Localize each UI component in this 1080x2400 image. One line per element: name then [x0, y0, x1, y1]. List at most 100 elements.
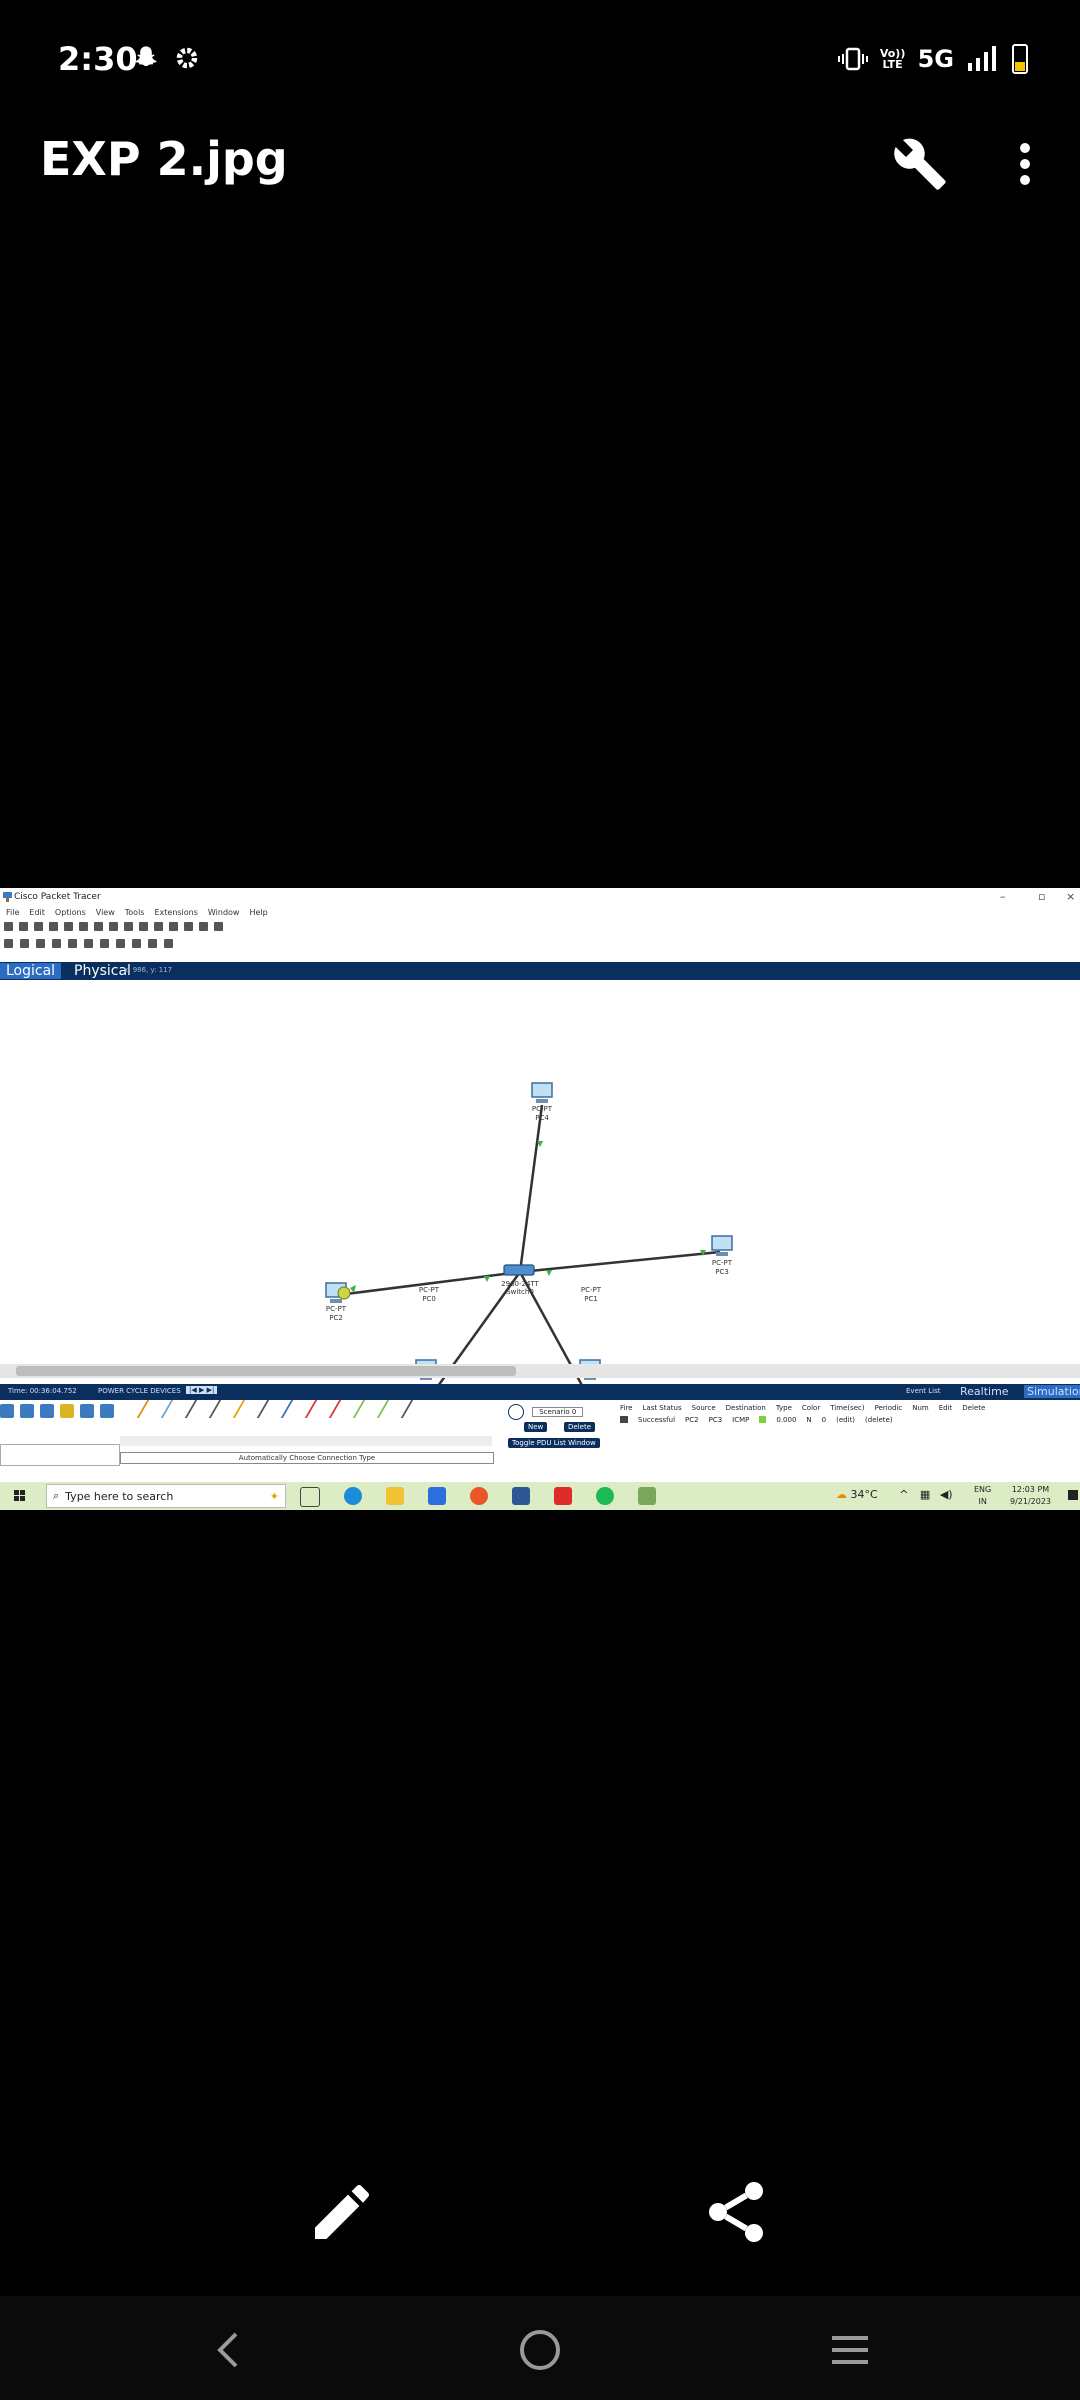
- pc4-node[interactable]: PC-PT PC4: [531, 1082, 553, 1122]
- connection-list-scrollbar[interactable]: [120, 1436, 492, 1446]
- taskbar-search-input[interactable]: ⌕ Type here to search ✦: [46, 1484, 286, 1508]
- menu-edit[interactable]: Edit: [29, 908, 45, 917]
- draw-line-icon[interactable]: [84, 939, 93, 948]
- components-icon[interactable]: [40, 1404, 54, 1418]
- zoom-reset-icon[interactable]: [169, 922, 178, 931]
- multiuser-icon[interactable]: [100, 1404, 114, 1418]
- firefox-icon[interactable]: [470, 1487, 488, 1505]
- mail-icon[interactable]: [428, 1487, 446, 1505]
- pdu-envelope-icon: [337, 1286, 351, 1300]
- nav-back-button[interactable]: [200, 2320, 260, 2380]
- pdu-delete-link[interactable]: (delete): [865, 1416, 893, 1424]
- redo-icon[interactable]: [139, 922, 148, 931]
- zoom-out-icon[interactable]: [184, 922, 193, 931]
- link-light-switch-a: [484, 1276, 490, 1282]
- copy-icon[interactable]: [94, 922, 103, 931]
- select-icon[interactable]: [4, 939, 13, 948]
- drawing-palette-icon[interactable]: [199, 922, 208, 931]
- menu-window[interactable]: Window: [208, 908, 240, 917]
- realtime-tab[interactable]: Realtime: [960, 1385, 1009, 1398]
- menu-file[interactable]: File: [6, 908, 19, 917]
- connections-icon[interactable]: [60, 1404, 74, 1418]
- simulation-tab[interactable]: Simulation: [1024, 1385, 1080, 1398]
- play-controls[interactable]: |◀ ▶ ▶|: [186, 1386, 218, 1394]
- zoom-in-icon[interactable]: [154, 922, 163, 931]
- file-explorer-icon[interactable]: [386, 1487, 404, 1505]
- network-devices-icon[interactable]: [0, 1404, 14, 1418]
- more-options-button[interactable]: [1000, 136, 1050, 192]
- switch0-node[interactable]: 2960-24TT Switch0: [501, 1264, 540, 1296]
- pdu-fire-indicator[interactable]: [620, 1416, 628, 1423]
- note-icon[interactable]: [68, 939, 77, 948]
- spotify-icon[interactable]: [596, 1487, 614, 1505]
- pc2-node[interactable]: PC-PT PC2: [325, 1282, 351, 1322]
- menu-tools[interactable]: Tools: [125, 908, 145, 917]
- draw-ellipse-icon[interactable]: [116, 939, 125, 948]
- volume-icon[interactable]: ◀): [940, 1488, 953, 1501]
- taskbar-clock[interactable]: 12:03 PM 9/21/2023: [1010, 1484, 1051, 1508]
- custom-device-icon[interactable]: [214, 922, 223, 931]
- menu-help[interactable]: Help: [249, 908, 267, 917]
- delete-scenario-button[interactable]: Delete: [564, 1422, 595, 1432]
- table-row[interactable]: Successful PC2 PC3 ICMP 0.000 N 0 (edit)…: [620, 1416, 893, 1424]
- wps-office-icon[interactable]: [554, 1487, 572, 1505]
- device-subtype-list[interactable]: [0, 1444, 120, 1466]
- scrollbar-thumb[interactable]: [16, 1366, 516, 1376]
- pdu-col-delete: Delete: [962, 1404, 986, 1412]
- edit-button[interactable]: [306, 2176, 378, 2248]
- packet-tracer-taskbar-icon[interactable]: [638, 1487, 656, 1505]
- event-list-button[interactable]: Event List: [906, 1387, 941, 1395]
- power-cycle-button[interactable]: POWER CYCLE DEVICES: [98, 1387, 181, 1395]
- pdu-col-fire: Fire: [620, 1404, 633, 1412]
- close-button[interactable]: ×: [1066, 890, 1075, 903]
- pdu-edit-link[interactable]: (edit): [836, 1416, 855, 1424]
- save-icon[interactable]: [34, 922, 43, 931]
- pc2-type-label: PC-PT: [326, 1305, 347, 1313]
- paste-icon[interactable]: [109, 922, 118, 931]
- store-icon[interactable]: [512, 1487, 530, 1505]
- print-icon[interactable]: [49, 922, 58, 931]
- tab-logical[interactable]: Logical: [0, 963, 62, 979]
- delete-icon[interactable]: [36, 939, 45, 948]
- end-devices-icon[interactable]: [20, 1404, 34, 1418]
- freeform-icon[interactable]: [132, 939, 141, 948]
- new-scenario-button[interactable]: New: [524, 1422, 548, 1432]
- pdu-source: PC2: [685, 1416, 699, 1424]
- menu-options[interactable]: Options: [55, 908, 86, 917]
- tray-chevron-icon[interactable]: ^: [899, 1488, 908, 1501]
- network-info-icon[interactable]: [79, 922, 88, 931]
- misc-icon[interactable]: [80, 1404, 94, 1418]
- displayed-image[interactable]: Cisco Packet Tracer – ▫ × File Edit Opti…: [0, 888, 1080, 1510]
- tab-physical[interactable]: Physical: [74, 963, 131, 979]
- minimize-button[interactable]: –: [1000, 890, 1006, 903]
- undo-icon[interactable]: [124, 922, 133, 931]
- nav-home-button[interactable]: [510, 2320, 570, 2380]
- inspect-icon[interactable]: [20, 939, 29, 948]
- menu-view[interactable]: View: [96, 908, 115, 917]
- network-icon[interactable]: ▦: [920, 1488, 930, 1501]
- language-code: ENG: [974, 1485, 992, 1494]
- scenario-select[interactable]: Scenario 0: [508, 1404, 584, 1420]
- activity-wizard-icon[interactable]: [64, 922, 73, 931]
- add-complex-pdu-icon[interactable]: [164, 939, 173, 948]
- input-language[interactable]: ENG IN: [974, 1484, 991, 1508]
- draw-rectangle-icon[interactable]: [100, 939, 109, 948]
- task-view-icon[interactable]: [300, 1487, 320, 1507]
- horizontal-scrollbar[interactable]: [0, 1364, 1080, 1378]
- edit-tools-button[interactable]: [892, 136, 948, 192]
- pc3-node[interactable]: PC-PT PC3: [711, 1235, 733, 1276]
- notification-icon[interactable]: [1068, 1490, 1078, 1500]
- resize-icon[interactable]: [52, 939, 61, 948]
- share-button[interactable]: [700, 2176, 772, 2248]
- maximize-button[interactable]: ▫: [1038, 890, 1045, 903]
- add-simple-pdu-icon[interactable]: [148, 939, 157, 948]
- usb-cable-icon[interactable]: [384, 1400, 414, 1418]
- toggle-pdu-list-button[interactable]: Toggle PDU List Window: [508, 1438, 600, 1448]
- nav-recents-button[interactable]: [820, 2320, 880, 2380]
- logical-workspace[interactable]: PC-PT PC4 PC-PT PC2 PC-PT PC3 2960-24TT …: [0, 980, 1080, 1401]
- menu-extensions[interactable]: Extensions: [154, 908, 197, 917]
- edge-icon[interactable]: [344, 1487, 362, 1505]
- windows-start-icon[interactable]: [14, 1490, 26, 1502]
- new-file-icon[interactable]: [4, 922, 13, 931]
- open-icon[interactable]: [19, 922, 28, 931]
